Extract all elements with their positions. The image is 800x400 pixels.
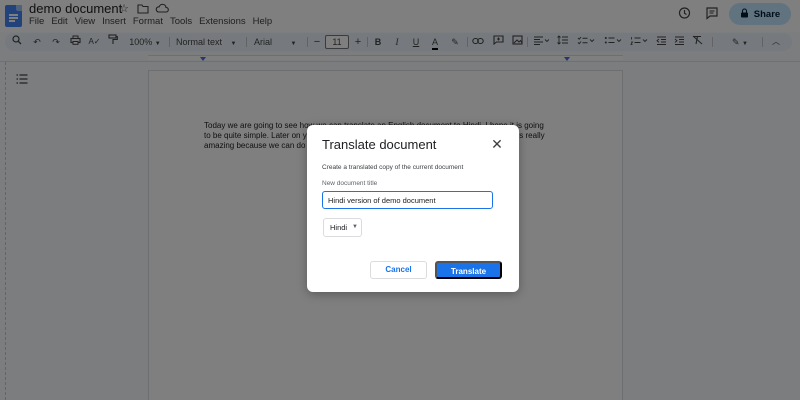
language-select[interactable]: Hindi ▼ xyxy=(323,218,362,237)
cancel-button[interactable]: Cancel xyxy=(370,261,427,279)
new-title-input[interactable] xyxy=(322,191,493,209)
translate-button[interactable]: Translate xyxy=(435,261,502,279)
dialog-description: Create a translated copy of the current … xyxy=(322,164,464,171)
dialog-title: Translate document xyxy=(322,137,437,152)
translate-dialog: Translate document ✕ Create a translated… xyxy=(307,125,519,292)
chevron-down-icon: ▼ xyxy=(352,224,358,230)
language-value: Hindi xyxy=(330,223,348,232)
new-title-label: New document title xyxy=(322,180,378,187)
close-icon[interactable]: ✕ xyxy=(491,137,503,151)
